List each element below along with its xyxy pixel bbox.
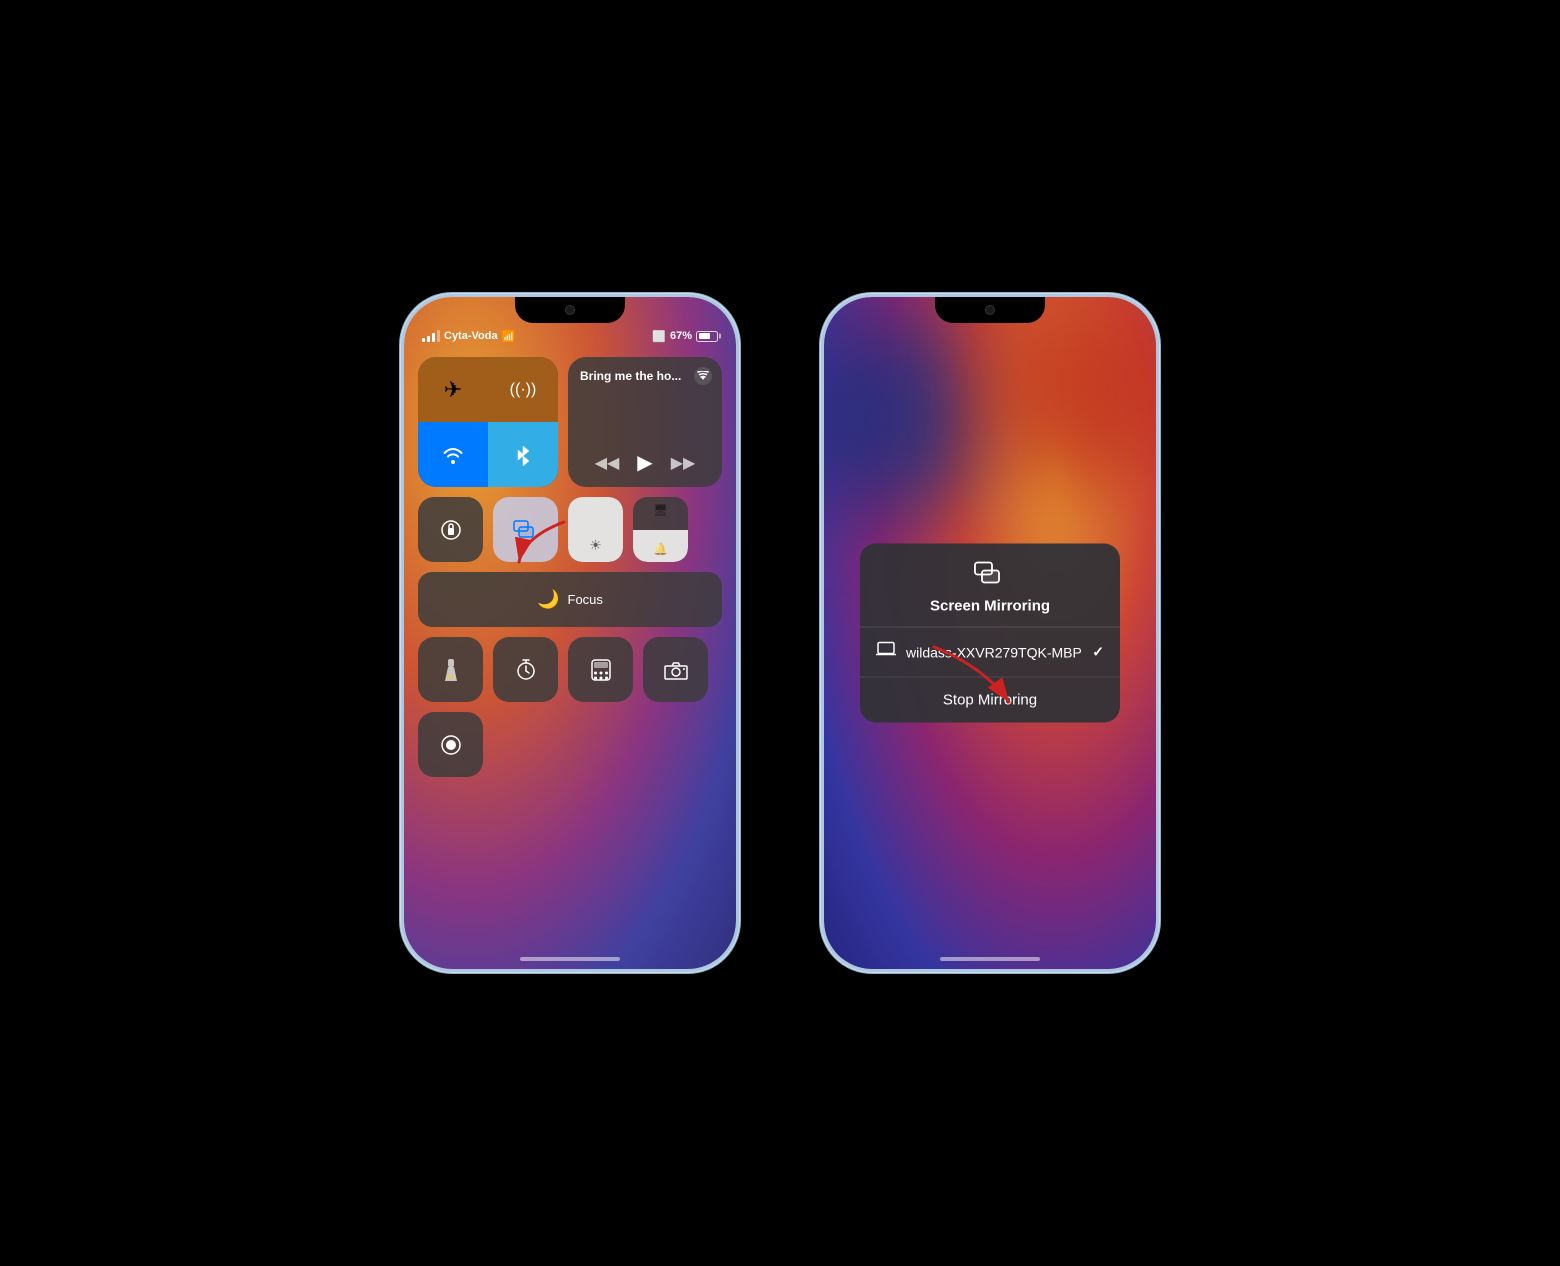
phone2-screen: Screen Mirroring wildass-XXVR279TQK-MBP … bbox=[824, 297, 1156, 969]
status-left-1: Cyta-Voda 📶 bbox=[422, 330, 515, 343]
cc-row-last bbox=[418, 712, 722, 777]
popup-mirror-icon bbox=[974, 562, 1006, 592]
screen-cast-status-icon: ⬜ bbox=[652, 330, 666, 343]
camera-icon bbox=[664, 660, 688, 680]
notch-2 bbox=[935, 297, 1045, 323]
airplay-badge bbox=[694, 367, 712, 385]
battery-percent-label: 67% bbox=[670, 330, 692, 342]
flashlight-icon bbox=[443, 659, 459, 681]
wifi-tile[interactable] bbox=[418, 422, 488, 487]
bluetooth-tile[interactable] bbox=[488, 422, 558, 487]
home-indicator-2 bbox=[940, 957, 1040, 961]
screen-mirror-tile[interactable] bbox=[493, 497, 558, 562]
stop-mirroring-label[interactable]: Stop Mirroring bbox=[943, 692, 1037, 709]
screen-record-tile[interactable] bbox=[418, 712, 483, 777]
tv-icon: 🖥 bbox=[653, 503, 668, 517]
home-indicator-1 bbox=[520, 957, 620, 961]
connectivity-block[interactable]: ✈ ((·)) bbox=[418, 357, 558, 487]
media-prev-button[interactable]: ◀◀ bbox=[595, 453, 620, 473]
cc-row-bottom bbox=[418, 637, 722, 702]
cellular-icon: ((·)) bbox=[510, 381, 537, 399]
cellular-tile[interactable]: ((·)) bbox=[488, 357, 558, 422]
camera-dot-1 bbox=[565, 305, 575, 315]
brightness-slider[interactable]: ☀ bbox=[568, 497, 623, 562]
cc-sliders: ☀ 🔔 🖥 bbox=[568, 497, 688, 562]
phone1-screen: Cyta-Voda 📶 ⬜ 67% bbox=[404, 297, 736, 969]
bluetooth-icon bbox=[515, 444, 531, 466]
device-name-label: wildass-XXVR279TQK-MBP bbox=[906, 644, 1082, 660]
media-next-button[interactable]: ▶▶ bbox=[671, 453, 696, 473]
moon-icon: 🌙 bbox=[537, 589, 559, 610]
checkmark-icon: ✓ bbox=[1092, 644, 1104, 661]
camera-tile[interactable] bbox=[643, 637, 708, 702]
timer-icon bbox=[515, 659, 537, 681]
media-play-button[interactable]: ▶ bbox=[637, 450, 652, 475]
media-title: Bring me the ho... bbox=[580, 369, 710, 383]
control-center: ✈ ((·)) bbox=[418, 357, 722, 777]
signal-bar-4 bbox=[437, 330, 440, 342]
laptop-icon bbox=[876, 642, 896, 663]
orientation-lock-icon bbox=[440, 519, 462, 541]
iphone-2: Screen Mirroring wildass-XXVR279TQK-MBP … bbox=[820, 293, 1160, 973]
timer-tile[interactable] bbox=[493, 637, 558, 702]
brightness-icon: ☀ bbox=[589, 537, 602, 554]
signal-bar-1 bbox=[422, 338, 425, 342]
signal-bar-2 bbox=[427, 336, 430, 342]
signal-bars bbox=[422, 330, 440, 342]
calculator-icon bbox=[591, 659, 611, 681]
wifi-status-icon: 📶 bbox=[502, 330, 516, 343]
signal-bar-3 bbox=[432, 333, 435, 342]
popup-header: Screen Mirroring bbox=[860, 544, 1120, 628]
screen-record-icon bbox=[440, 734, 462, 756]
battery-fill bbox=[699, 333, 710, 339]
cc-row-top: ✈ ((·)) bbox=[418, 357, 722, 487]
calculator-tile[interactable] bbox=[568, 637, 633, 702]
battery-icon bbox=[696, 331, 718, 342]
status-bar-1: Cyta-Voda 📶 ⬜ 67% bbox=[404, 325, 736, 347]
focus-label: Focus bbox=[568, 592, 603, 607]
popup-stop-row[interactable]: Stop Mirroring bbox=[860, 678, 1120, 723]
popup-title: Screen Mirroring bbox=[930, 598, 1050, 615]
flashlight-tile[interactable] bbox=[418, 637, 483, 702]
screen-mirror-icon bbox=[513, 520, 539, 540]
airplane-mode-tile[interactable]: ✈ bbox=[418, 357, 488, 422]
media-player[interactable]: Bring me the ho... ◀◀ ▶ ▶▶ bbox=[568, 357, 722, 487]
volume-slider[interactable]: 🔔 🖥 bbox=[633, 497, 688, 562]
cc-row-middle: ☀ 🔔 🖥 bbox=[418, 497, 722, 562]
camera-dot-2 bbox=[985, 305, 995, 315]
media-controls[interactable]: ◀◀ ▶ ▶▶ bbox=[580, 450, 710, 475]
popup-device-row[interactable]: wildass-XXVR279TQK-MBP ✓ bbox=[860, 628, 1120, 678]
status-right-1: ⬜ 67% bbox=[652, 330, 718, 343]
volume-icon: 🔔 bbox=[653, 542, 668, 556]
notch-1 bbox=[515, 297, 625, 323]
screen-mirroring-popup[interactable]: Screen Mirroring wildass-XXVR279TQK-MBP … bbox=[860, 544, 1120, 723]
cc-row-focus: 🌙 Focus bbox=[418, 572, 722, 627]
focus-tile[interactable]: 🌙 Focus bbox=[418, 572, 722, 627]
orientation-lock-tile[interactable] bbox=[418, 497, 483, 562]
wifi-icon bbox=[441, 446, 465, 464]
iphone-1: Cyta-Voda 📶 ⬜ 67% bbox=[400, 293, 740, 973]
airplane-icon: ✈ bbox=[444, 377, 462, 403]
carrier-label: Cyta-Voda bbox=[444, 330, 498, 342]
